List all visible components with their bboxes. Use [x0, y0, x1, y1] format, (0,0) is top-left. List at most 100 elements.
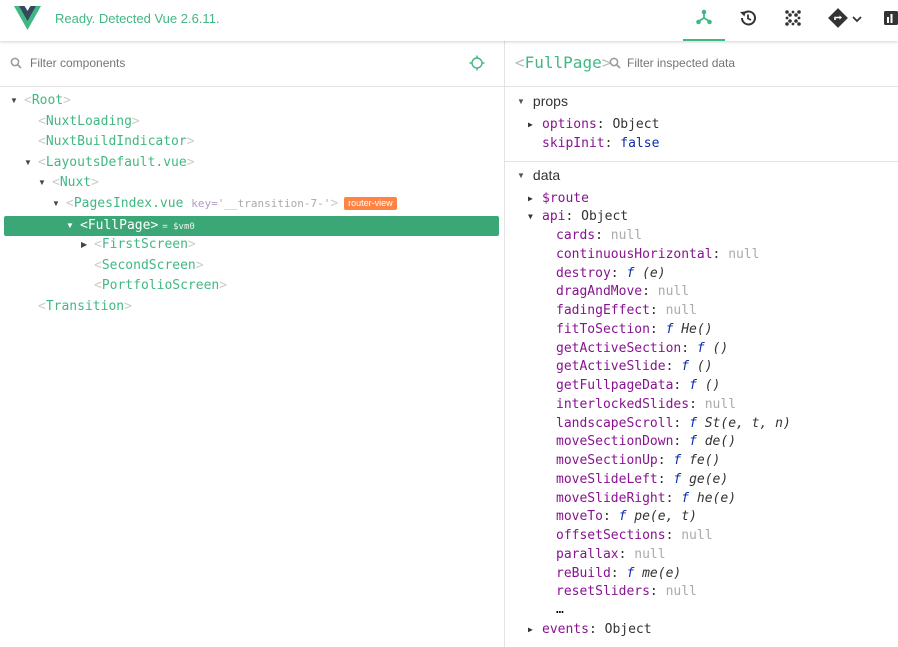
api-entry-row[interactable]: moveSlideRight: f he(e): [556, 490, 736, 508]
more-entries-ellipsis[interactable]: …: [556, 601, 564, 619]
expanded-arrow-icon[interactable]: ▼: [528, 208, 533, 226]
entry-key: continuousHorizontal: [556, 247, 713, 262]
api-entry-row[interactable]: interlockedSlides: null: [556, 396, 736, 414]
tab-routing[interactable]: [820, 0, 870, 41]
collapsed-arrow-icon[interactable]: ▶: [528, 116, 533, 134]
components-pane: ▼ <Root> <NuxtLoading> <NuxtBuildIndicat…: [0, 41, 504, 647]
tree-node-root[interactable]: ▼ <Root>: [4, 91, 499, 111]
api-entry-row[interactable]: fadingEffect: null: [556, 302, 697, 320]
entry-key: landscapeScroll: [556, 416, 674, 431]
data-row-route[interactable]: ▶ $route: [528, 190, 589, 208]
collapsed-arrow-icon[interactable]: ▶: [528, 621, 533, 639]
expanded-arrow-icon[interactable]: ▼: [38, 173, 46, 193]
tree-node-layoutsdefault[interactable]: ▼ <LayoutsDefault.vue>: [4, 153, 499, 173]
entry-key: moveTo: [556, 509, 603, 524]
entry-value: He(): [681, 322, 713, 337]
entry-key: destroy: [556, 266, 611, 281]
data-section-header[interactable]: ▼ data: [517, 167, 560, 183]
api-entry-row[interactable]: moveSectionUp: f fe(): [556, 452, 720, 470]
top-bar: Ready. Detected Vue 2.6.11.: [0, 0, 898, 41]
search-icon: [10, 56, 22, 74]
inspector-header: <FullPage>: [505, 41, 898, 87]
entry-value: fe(): [689, 453, 721, 468]
entry-value: (e): [642, 266, 666, 281]
api-entry-row[interactable]: fitToSection: f He(): [556, 321, 713, 339]
entry-key: fadingEffect: [556, 303, 650, 318]
tree-node-nuxtbuildindicator[interactable]: <NuxtBuildIndicator>: [4, 132, 499, 152]
prop-row-skipinit[interactable]: skipInit: false: [542, 135, 659, 153]
collapsed-arrow-icon[interactable]: ▶: [528, 190, 533, 208]
router-view-badge: router-view: [344, 197, 397, 210]
api-entry-row[interactable]: landscapeScroll: f St(e, t, n): [556, 415, 791, 433]
api-entry-row[interactable]: moveTo: f pe(e, t): [556, 508, 697, 526]
expanded-arrow-icon[interactable]: ▼: [24, 153, 32, 173]
search-icon: [609, 56, 621, 74]
entry-value: he(e): [696, 491, 737, 506]
entry-key: interlockedSlides: [556, 397, 690, 412]
function-icon: f: [689, 434, 697, 449]
entry-key: cards: [556, 228, 596, 243]
function-icon: f: [689, 416, 697, 431]
api-entry-row[interactable]: getFullpageData: f (): [556, 377, 720, 395]
filter-inspected-data-input[interactable]: [627, 56, 847, 70]
tree-node-firstscreen[interactable]: ▶ <FirstScreen>: [4, 235, 499, 255]
entry-value: null: [681, 528, 713, 543]
tab-performance[interactable]: [884, 0, 898, 41]
chevron-down-icon: [851, 12, 863, 30]
entry-key: getActiveSection: [556, 341, 682, 356]
api-entry-row[interactable]: destroy: f (e): [556, 265, 666, 283]
entry-key: moveSectionUp: [556, 453, 658, 468]
entry-key: fitToSection: [556, 322, 650, 337]
history-icon: [738, 8, 758, 33]
vuex-icon: [784, 9, 802, 32]
function-icon: f: [673, 472, 682, 487]
entry-value: (): [712, 341, 729, 356]
tree-node-fullpage[interactable]: ▼ <FullPage> = $vm0: [4, 216, 499, 236]
entry-value: null: [704, 397, 737, 412]
data-row-events[interactable]: ▶ events: Object: [528, 621, 652, 639]
select-component-target-icon[interactable]: [469, 55, 485, 76]
entry-key: moveSectionDown: [556, 434, 674, 449]
api-entry-row[interactable]: dragAndMove: null: [556, 283, 689, 301]
api-entry-row[interactable]: cards: null: [556, 227, 642, 245]
function-icon: f: [681, 359, 690, 374]
entry-value: (): [704, 378, 721, 393]
entry-key: getActiveSlide: [556, 359, 666, 374]
performance-icon: [884, 10, 898, 31]
api-entry-row[interactable]: getActiveSlide: f (): [556, 358, 713, 376]
props-section-header[interactable]: ▼ props: [517, 93, 568, 109]
api-entry-row[interactable]: offsetSections: null: [556, 527, 713, 545]
api-entry-row[interactable]: resetSliders: null: [556, 583, 697, 601]
api-entry-row[interactable]: reBuild: f me(e): [556, 565, 681, 583]
api-entry-row[interactable]: moveSectionDown: f de(): [556, 433, 736, 451]
tab-timeline[interactable]: [727, 0, 769, 41]
tab-vuex[interactable]: [772, 0, 814, 41]
entry-value: null: [665, 584, 697, 599]
tree-node-portfolioscreen[interactable]: <PortfolioScreen>: [4, 276, 499, 296]
tree-node-pagesindex[interactable]: ▼ <PagesIndex.vue key='__transition-7-'>…: [4, 194, 499, 214]
api-entry-row[interactable]: continuousHorizontal: null: [556, 246, 760, 264]
components-icon: [695, 8, 713, 31]
prop-row-options[interactable]: ▶ options: Object: [528, 116, 659, 134]
entry-key: parallax: [556, 547, 619, 562]
expanded-arrow-icon[interactable]: ▼: [66, 216, 74, 236]
api-entry-row[interactable]: parallax: null: [556, 546, 666, 564]
tree-node-transition[interactable]: <Transition>: [4, 297, 499, 317]
api-entry-row[interactable]: moveSlideLeft: f ge(e): [556, 471, 728, 489]
api-entry-row[interactable]: getActiveSection: f (): [556, 340, 728, 358]
tree-node-nuxtloading[interactable]: <NuxtLoading>: [4, 112, 499, 132]
data-row-api[interactable]: ▼ api: Object: [528, 208, 628, 226]
tree-node-nuxt[interactable]: ▼ <Nuxt>: [4, 173, 499, 193]
function-icon: f: [665, 322, 674, 337]
expanded-arrow-icon[interactable]: ▼: [52, 194, 60, 214]
vm-ref: = $vm0: [162, 222, 195, 232]
collapsed-arrow-icon[interactable]: ▶: [81, 235, 87, 255]
tab-components[interactable]: [683, 0, 725, 41]
expanded-arrow-icon[interactable]: ▼: [10, 91, 18, 111]
tree-node-secondscreen[interactable]: <SecondScreen>: [4, 256, 499, 276]
section-divider: [505, 161, 898, 162]
entry-value: null: [665, 303, 697, 318]
routing-icon: [827, 8, 848, 33]
entry-value: null: [657, 284, 690, 299]
filter-components-input[interactable]: [30, 56, 330, 70]
